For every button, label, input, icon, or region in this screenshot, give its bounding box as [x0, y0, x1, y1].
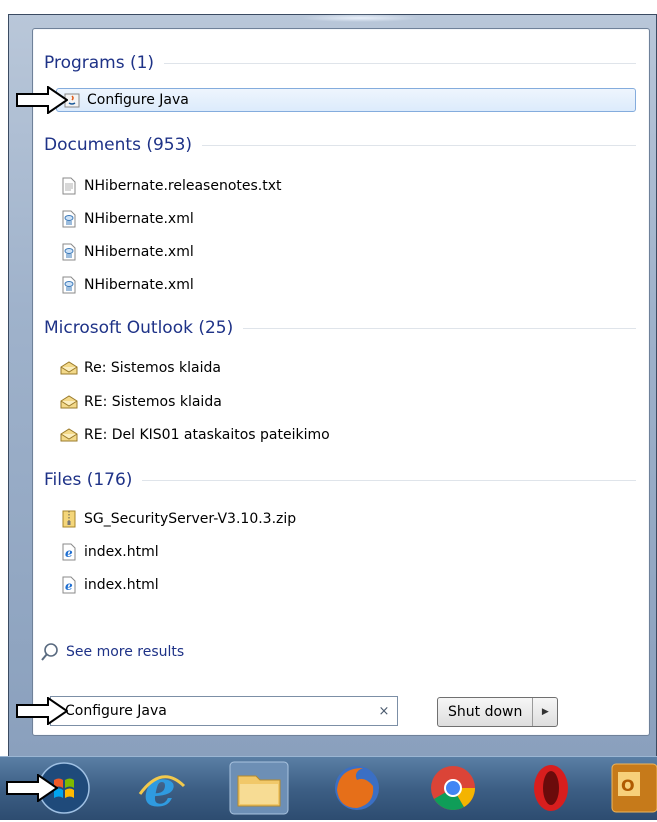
search-input[interactable]: Configure Java ×	[50, 696, 398, 726]
taskbar-outlook[interactable]: O	[606, 758, 657, 818]
group-header-programs[interactable]: Programs (1)	[44, 52, 636, 74]
result-document[interactable]: NHibernate.xml	[60, 240, 194, 264]
result-label: NHibernate.xml	[84, 211, 194, 227]
see-more-label: See more results	[66, 644, 185, 660]
email-icon	[60, 359, 78, 377]
group-title: Programs (1)	[44, 53, 155, 73]
search-input-value: Configure Java	[65, 703, 167, 719]
ie-file-icon: e	[60, 543, 78, 561]
result-document[interactable]: NHibernate.xml	[60, 273, 194, 297]
shutdown-button[interactable]: Shut down	[438, 698, 534, 726]
chrome-icon	[431, 766, 475, 810]
result-label: index.html	[84, 544, 159, 560]
email-icon	[60, 393, 78, 411]
result-file[interactable]: SG_SecurityServer-V3.10.3.zip	[60, 507, 296, 531]
result-email[interactable]: Re: Sistemos klaida	[60, 356, 221, 380]
result-label: SG_SecurityServer-V3.10.3.zip	[84, 511, 297, 527]
svg-text:e: e	[65, 579, 73, 593]
xml-file-icon	[60, 276, 78, 294]
group-title: Microsoft Outlook (25)	[44, 318, 234, 338]
result-label: NHibernate.xml	[84, 244, 194, 260]
group-title: Files (176)	[44, 470, 133, 490]
clear-search-icon[interactable]: ×	[371, 704, 397, 719]
zip-file-icon	[60, 510, 78, 528]
result-document[interactable]: NHibernate.xml	[60, 207, 194, 231]
result-email[interactable]: RE: Sistemos klaida	[60, 390, 222, 414]
result-configure-java[interactable]: Configure Java	[56, 88, 636, 112]
opera-icon	[534, 765, 568, 811]
svg-text:O: O	[621, 776, 635, 795]
result-document[interactable]: NHibernate.releasenotes.txt	[60, 174, 282, 198]
result-label: RE: Sistemos klaida	[84, 394, 222, 410]
firefox-icon	[335, 766, 379, 810]
svg-text:e: e	[144, 759, 176, 818]
text-file-icon	[60, 177, 78, 195]
result-label: Configure Java	[87, 92, 189, 108]
result-label: NHibernate.xml	[84, 277, 194, 293]
group-header-files[interactable]: Files (176)	[44, 469, 636, 491]
file-explorer-icon	[229, 761, 289, 815]
xml-file-icon	[60, 210, 78, 228]
result-label: Re: Sistemos klaida	[84, 360, 221, 376]
taskbar-chrome[interactable]	[418, 758, 488, 818]
taskbar-opera[interactable]	[516, 758, 586, 818]
result-label: index.html	[84, 577, 159, 593]
svg-text:e: e	[65, 546, 73, 560]
result-email[interactable]: RE: Del KIS01 ataskaitos pateikimo	[60, 423, 330, 447]
group-title: Documents (953)	[44, 135, 193, 155]
group-header-documents[interactable]: Documents (953)	[44, 134, 636, 156]
outlook-icon: O	[611, 763, 657, 813]
pointer-arrow-icon	[16, 86, 68, 114]
internet-explorer-icon: e	[138, 759, 186, 818]
result-label: NHibernate.releasenotes.txt	[84, 178, 282, 194]
result-file[interactable]: e index.html	[60, 540, 159, 564]
taskbar-file-explorer[interactable]	[224, 758, 294, 818]
pointer-arrow-icon	[6, 774, 58, 802]
taskbar-internet-explorer[interactable]: e	[126, 758, 196, 818]
shutdown-button-group: Shut down ▶	[437, 697, 559, 727]
taskbar-firefox[interactable]	[322, 758, 392, 818]
ie-file-icon: e	[60, 576, 78, 594]
email-icon	[60, 426, 78, 444]
result-file[interactable]: e index.html	[60, 573, 159, 597]
see-more-results-link[interactable]: See more results	[40, 640, 184, 664]
pointer-arrow-icon	[16, 697, 68, 725]
xml-file-icon	[60, 243, 78, 261]
shutdown-options-arrow-icon[interactable]: ▶	[533, 698, 557, 726]
result-label: RE: Del KIS01 ataskaitos pateikimo	[84, 427, 330, 443]
frame-glow	[300, 14, 420, 22]
search-icon	[40, 642, 60, 662]
group-header-outlook[interactable]: Microsoft Outlook (25)	[44, 317, 636, 339]
